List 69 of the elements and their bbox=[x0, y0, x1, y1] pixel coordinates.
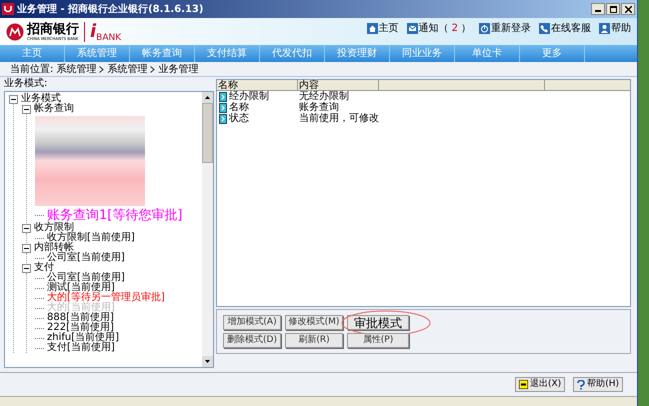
collapse-icon[interactable] bbox=[22, 264, 31, 272]
panel-label: 业务模式: bbox=[4, 77, 48, 91]
scroll-down-icon[interactable] bbox=[202, 356, 213, 367]
brand-letter: i bbox=[90, 22, 96, 40]
breadcrumb-item: 系统管理 bbox=[107, 62, 148, 76]
table-cell: 状态 bbox=[229, 113, 249, 124]
breadcrumb-item: 系统管理 bbox=[56, 62, 96, 76]
scroll-thumb[interactable] bbox=[202, 103, 213, 163]
tree-item[interactable]: 支付[当前使用] bbox=[47, 343, 115, 353]
tree-item[interactable]: 业务模式 bbox=[21, 94, 61, 104]
tree-item[interactable]: 222[当前使用] bbox=[47, 323, 114, 333]
app-icon bbox=[2, 3, 14, 15]
question-icon bbox=[577, 380, 586, 390]
tree-item[interactable]: 测试[当前使用] bbox=[47, 283, 115, 293]
window-title: 业务管理 - 招商银行企业银行(8.1.6.13) bbox=[17, 2, 204, 16]
header-link[interactable]: 重新登录 bbox=[479, 21, 531, 36]
collapse-icon[interactable] bbox=[22, 224, 31, 232]
table-cell: 当前使用，可修改 bbox=[298, 113, 379, 124]
maximize-icon bbox=[610, 6, 616, 12]
person-icon bbox=[599, 23, 610, 34]
collapse-icon[interactable] bbox=[22, 104, 31, 114]
tree-item[interactable]: 支付 bbox=[34, 263, 54, 273]
collapse-icon[interactable] bbox=[22, 244, 31, 252]
close-button[interactable] bbox=[621, 3, 635, 15]
brand-name: BANK bbox=[96, 32, 122, 44]
table-cell: 账务查询 bbox=[298, 102, 339, 113]
chevron-icon bbox=[150, 66, 156, 72]
column-header[interactable]: 名称 bbox=[217, 80, 298, 90]
tree-item[interactable]: 888[当前使用] bbox=[47, 313, 114, 323]
footer-button[interactable]: 退出(X) bbox=[515, 377, 566, 392]
action-button[interactable]: 修改模式(M) bbox=[285, 315, 343, 330]
exit-icon bbox=[519, 380, 528, 389]
close-icon bbox=[624, 6, 632, 12]
table-cell: 名称 bbox=[229, 102, 249, 113]
breadcrumb-item: 业务管理 bbox=[158, 62, 198, 76]
column-header[interactable]: 内容 bbox=[298, 80, 379, 90]
action-button[interactable]: 增加模式(A) bbox=[223, 315, 281, 330]
scrollbar[interactable] bbox=[202, 92, 213, 367]
breadcrumb-label: 当前位置: bbox=[10, 62, 54, 76]
tree-item[interactable]: 收方限制[当前使用] bbox=[47, 233, 135, 243]
table-cell: 经办限制 bbox=[229, 91, 269, 102]
tree-item[interactable]: zhifu[当前使用] bbox=[47, 333, 120, 343]
bank-name: 招商银行 bbox=[27, 22, 79, 36]
maximize-button[interactable] bbox=[606, 3, 620, 15]
power-icon bbox=[479, 23, 490, 34]
footer-button[interactable]: 帮助(H) bbox=[573, 377, 623, 392]
tree-item[interactable]: 内部转帐 bbox=[34, 243, 74, 253]
header-link[interactable]: 帮助 bbox=[599, 21, 631, 36]
table-cell: 无经办限制 bbox=[298, 91, 349, 102]
phone-icon bbox=[539, 23, 550, 34]
header-link[interactable]: 主页 bbox=[366, 21, 399, 36]
tree-item[interactable]: 收方限制 bbox=[34, 223, 74, 233]
minimize-button[interactable] bbox=[591, 3, 605, 15]
action-button[interactable]: 刷新(R) bbox=[285, 333, 343, 348]
tree-item[interactable]: 帐务查询 bbox=[34, 104, 74, 114]
collapse-icon[interactable] bbox=[9, 94, 18, 104]
header-link[interactable]: 在线客服 bbox=[539, 21, 591, 36]
action-button[interactable]: 审批模式 bbox=[347, 315, 409, 330]
bank-logo-icon bbox=[6, 22, 24, 40]
action-button[interactable]: 删除模式(D) bbox=[223, 333, 281, 348]
chevron-icon bbox=[99, 66, 104, 72]
tree-item[interactable]: 公司室[当前使用] bbox=[47, 273, 125, 283]
header-link[interactable]: 通知（ 2 ） bbox=[406, 21, 471, 36]
home-icon bbox=[366, 23, 378, 34]
scroll-up-icon[interactable] bbox=[202, 92, 213, 103]
tree-item[interactable]: 公司室[当前使用] bbox=[47, 253, 125, 263]
action-button[interactable]: 属性(P) bbox=[347, 333, 409, 348]
envelope-icon bbox=[406, 23, 418, 34]
tree-item[interactable]: 大的[等待另一管理员审批] bbox=[47, 293, 165, 303]
